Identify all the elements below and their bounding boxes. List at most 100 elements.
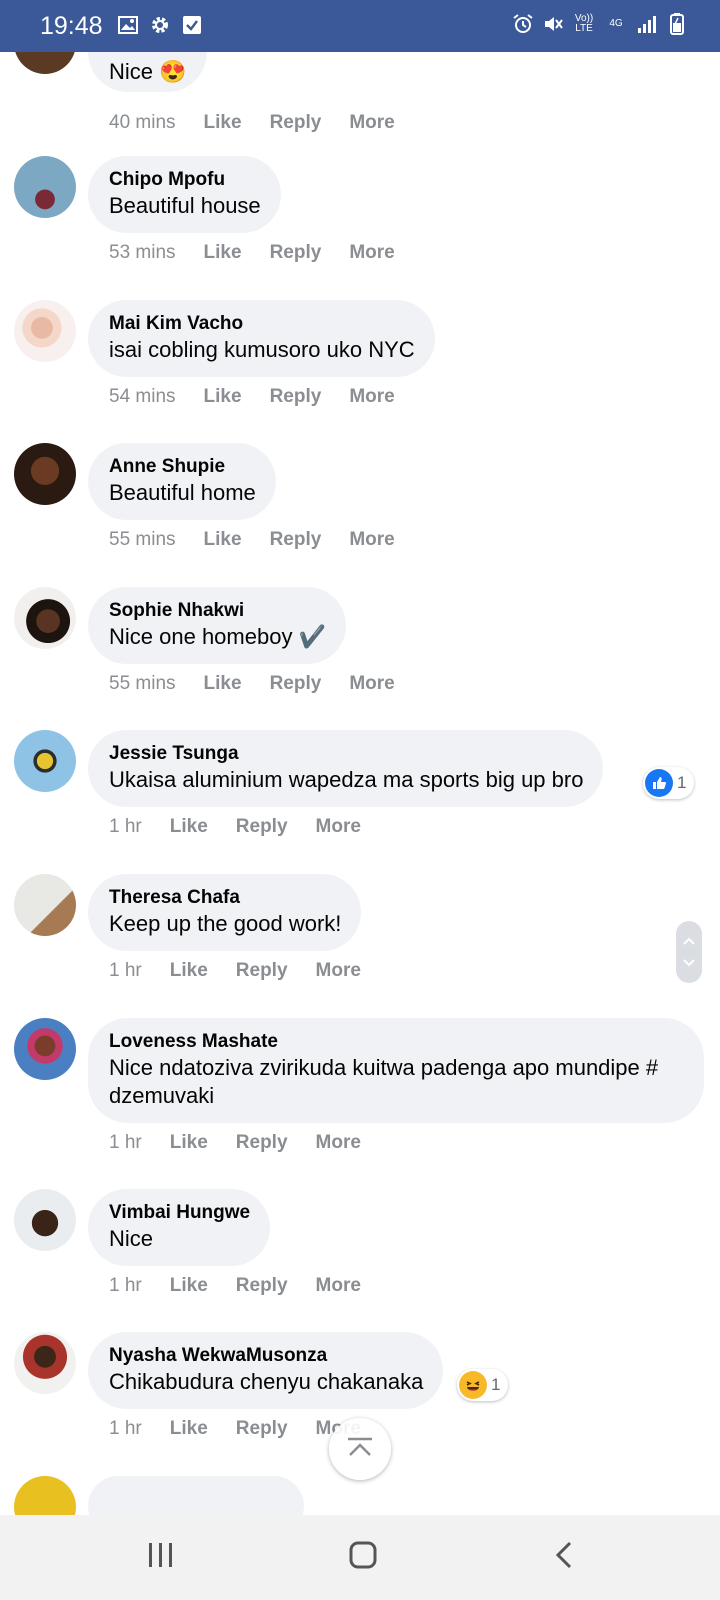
home-button[interactable] [333, 1535, 393, 1579]
comment-actions: 54 mins Like Reply More [109, 386, 423, 408]
avatar[interactable] [14, 156, 76, 218]
avatar[interactable] [14, 300, 76, 362]
commenter-name[interactable]: Nyasha WekwaMusonza [109, 1344, 423, 1368]
reply-button[interactable]: Reply [236, 816, 288, 838]
commenter-name[interactable]: Mai Kim Vacho [109, 312, 415, 336]
scrollbar-thumb[interactable] [676, 921, 702, 983]
comments-feed[interactable]: Nice 😍 40 mins Like Reply More Chipo Mpo… [0, 52, 720, 1515]
comment-time: 54 mins [109, 386, 176, 407]
recent-apps-icon [146, 1540, 176, 1575]
comment-actions: 53 mins Like Reply More [109, 242, 423, 264]
avatar[interactable] [14, 52, 76, 74]
comment-text: Nice one homeboy ✔️ [109, 624, 326, 649]
recent-apps-button[interactable] [131, 1535, 191, 1579]
reply-button[interactable]: Reply [270, 673, 322, 695]
status-bar: 19:48 Vo)) LTE 4G [0, 0, 720, 52]
commenter-name[interactable]: Anne Shupie [109, 455, 256, 479]
comment-actions: 55 mins Like Reply More [109, 673, 423, 695]
chevron-up-icon [345, 1435, 375, 1464]
more-button[interactable]: More [316, 1275, 361, 1297]
comment-time: 53 mins [109, 242, 176, 263]
reply-button[interactable]: Reply [236, 1418, 288, 1440]
avatar[interactable] [14, 443, 76, 505]
avatar[interactable] [14, 1018, 76, 1080]
avatar[interactable] [14, 730, 76, 792]
avatar[interactable] [14, 1476, 76, 1515]
comment-bubble[interactable]: Nyasha WekwaMusonza Chikabudura chenyu c… [88, 1332, 444, 1409]
comment-text: Nice ndatoziva zvirikuda kuitwa padenga … [109, 1055, 659, 1108]
avatar[interactable] [14, 874, 76, 936]
avatar[interactable] [14, 1332, 76, 1394]
comment-text: Beautiful house [109, 193, 261, 218]
reply-button[interactable]: Reply [270, 529, 322, 551]
like-button[interactable]: Like [204, 673, 242, 695]
like-button[interactable]: Like [204, 112, 242, 134]
comment-time: 55 mins [109, 529, 176, 550]
comment-bubble[interactable]: Sophie Nhakwi Nice one homeboy ✔️ [88, 587, 346, 664]
home-icon [348, 1540, 378, 1575]
comment-actions: 1 hr Like Reply More [109, 1132, 389, 1154]
like-button[interactable]: Like [204, 386, 242, 408]
comment-text: Nice 😍 [109, 59, 187, 84]
comment-actions: 40 mins Like Reply More [109, 112, 423, 134]
reaction-badge[interactable]: 1 [457, 1369, 509, 1401]
reply-button[interactable]: Reply [270, 112, 322, 134]
more-button[interactable]: More [349, 673, 394, 695]
reply-button[interactable]: Reply [270, 242, 322, 264]
like-button[interactable]: Like [170, 960, 208, 982]
comment-bubble[interactable]: Loveness Mashate Nice ndatoziva zvirikud… [88, 1018, 704, 1123]
reply-button[interactable]: Reply [236, 1275, 288, 1297]
avatar[interactable] [14, 587, 76, 649]
comment-time: 1 hr [109, 1132, 142, 1153]
more-button[interactable]: More [349, 529, 394, 551]
back-icon [550, 1540, 580, 1575]
more-button[interactable]: More [316, 1132, 361, 1154]
comment-text: Keep up the good work! [109, 911, 342, 936]
reaction-badge[interactable]: 1 [643, 767, 695, 799]
comment-time: 1 hr [109, 1275, 142, 1296]
like-button[interactable]: Like [204, 242, 242, 264]
comment-bubble[interactable] [88, 1476, 304, 1515]
status-time: 19:48 [40, 12, 103, 40]
comment-bubble[interactable]: Anne Shupie Beautiful home [88, 443, 276, 520]
comment-text: Nice [109, 1226, 154, 1251]
comment-bubble[interactable]: Mai Kim Vacho isai cobling kumusoro uko … [88, 300, 435, 377]
like-button[interactable]: Like [170, 1132, 208, 1154]
comment-time: 1 hr [109, 816, 142, 837]
commenter-name[interactable]: Sophie Nhakwi [109, 599, 326, 623]
reply-button[interactable]: Reply [236, 960, 288, 982]
like-button[interactable]: Like [170, 816, 208, 838]
avatar[interactable] [14, 1189, 76, 1251]
reply-button[interactable]: Reply [236, 1132, 288, 1154]
like-icon [645, 769, 673, 797]
more-button[interactable]: More [316, 816, 361, 838]
comment-bubble[interactable]: Theresa Chafa Keep up the good work! [88, 874, 362, 951]
back-button[interactable] [535, 1535, 595, 1579]
more-button[interactable]: More [349, 242, 394, 264]
volte-icon: Vo)) LTE [574, 13, 594, 34]
comment-text: isai cobling kumusoro uko NYC [109, 337, 415, 362]
reply-button[interactable]: Reply [270, 386, 322, 408]
more-button[interactable]: More [349, 112, 394, 134]
commenter-name[interactable]: Loveness Mashate [109, 1030, 684, 1054]
commenter-name[interactable]: Theresa Chafa [109, 886, 341, 910]
like-button[interactable]: Like [204, 529, 242, 551]
commenter-name[interactable]: Chipo Mpofu [109, 168, 261, 192]
commenter-name[interactable]: Jessie Tsunga [109, 742, 583, 766]
mute-icon [542, 13, 564, 35]
alarm-icon [512, 13, 534, 35]
like-button[interactable]: Like [170, 1275, 208, 1297]
more-button[interactable]: More [349, 386, 394, 408]
comment-bubble[interactable]: Chipo Mpofu Beautiful house [88, 156, 281, 233]
commenter-name[interactable]: Vimbai Hungwe [109, 1201, 250, 1225]
more-button[interactable]: More [316, 960, 361, 982]
comment-bubble[interactable]: Jessie Tsunga Ukaisa aluminium wapedza m… [88, 730, 604, 807]
comment-time: 40 mins [109, 112, 176, 133]
comment-bubble[interactable]: Vimbai Hungwe Nice [88, 1189, 271, 1266]
comment-bubble[interactable]: Nice 😍 [88, 52, 207, 92]
comment-time: 1 hr [109, 1418, 142, 1439]
comment-text: Beautiful home [109, 480, 256, 505]
scroll-to-top-button[interactable] [329, 1418, 391, 1480]
reaction-count: 1 [491, 1375, 501, 1394]
like-button[interactable]: Like [170, 1418, 208, 1440]
